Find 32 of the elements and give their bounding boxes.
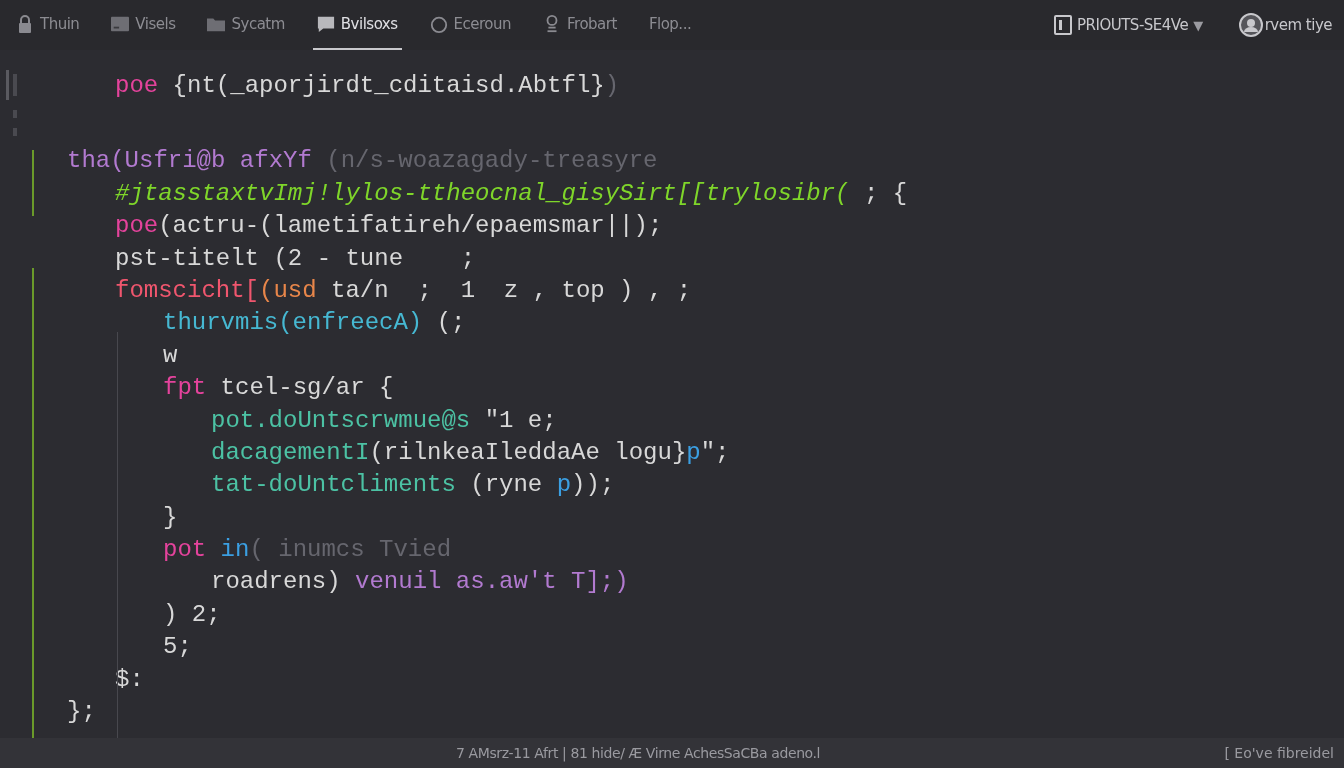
tab[interactable]: Visels: [107, 0, 180, 50]
user-name: rvem tiye: [1264, 16, 1332, 34]
code-line: 5;: [162, 632, 192, 663]
code-line: poe {nt(_aporjirdt_cditaisd.Abtfl}): [115, 71, 620, 101]
code-line: w: [162, 340, 178, 371]
status-text: [ Eo've fibreidel: [1224, 745, 1334, 761]
code-line: fomscicht[(usd ta/n ; 1 z , top ) , ;: [114, 275, 692, 306]
code-line: tat-doUntcliments (ryne p));: [210, 470, 615, 501]
tab[interactable]: Sycatm: [203, 0, 289, 50]
status-text: 7 AMsrz-11 Afrt | 81 hide/ Æ Virne AchesSaCBa adeno.l: [456, 745, 821, 761]
tab[interactable]: Eceroun: [425, 0, 516, 50]
code-line: pst-titelt (2 - tune ;: [114, 243, 476, 274]
code-line: #jtasstaxtvImj!lylos-ttheocnal_gisySirt[[trylosibr( ; {: [114, 178, 908, 209]
circle-icon: [429, 15, 448, 33]
code-line: ) 2;: [162, 599, 221, 630]
tab[interactable]: Flop...: [644, 0, 696, 50]
avatar-icon[interactable]: [1238, 13, 1263, 37]
code-line: poe(actru-(lametifatireh/epaemsmar||);: [114, 211, 663, 242]
code-line: tha(Usfri@b afxYf (n/s-woazagady-treasyre: [67, 146, 658, 177]
code-line: pot in( inumcs Tvied: [162, 535, 452, 566]
code-line: thurvmis(enfreecA) (;: [162, 308, 466, 339]
lock-icon: [16, 15, 34, 33]
project-selector[interactable]: PRIOUTS-SE4Ve ▼: [1054, 15, 1203, 35]
code-line: roadrens) venuil as.aw't T];): [210, 567, 629, 598]
tab[interactable]: Frobart: [539, 0, 621, 50]
code-line: fpt tcel-sg/ar {: [162, 373, 394, 404]
code-line: pot.doUntscrwmue@s "1 e;: [210, 405, 557, 436]
monitor-icon: [111, 15, 130, 33]
tab[interactable]: Thuin: [12, 0, 84, 50]
code-line: }: [162, 502, 178, 533]
code-line: };: [67, 697, 96, 728]
code-line: dacagementI(rilnkeaIleddaAe logu}p";: [210, 437, 730, 468]
